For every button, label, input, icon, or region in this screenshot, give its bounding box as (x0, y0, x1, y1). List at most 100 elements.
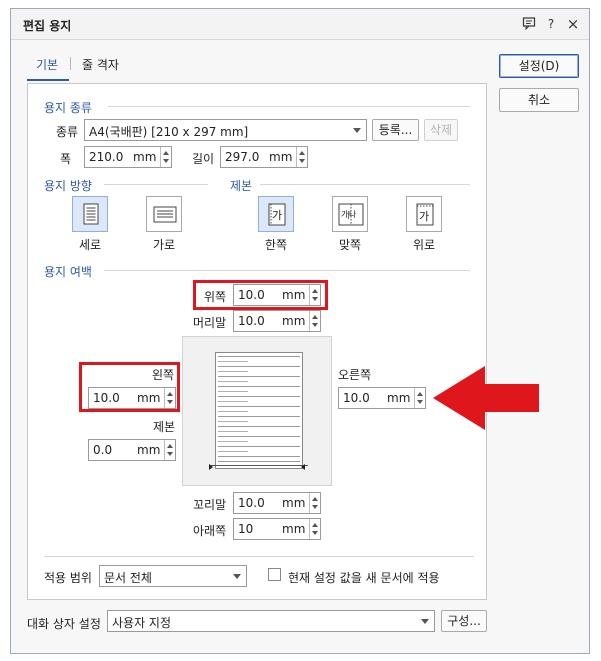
section-orientation: 용지 방향 (44, 179, 92, 193)
top-margin-field[interactable]: 10.0 mm (233, 284, 321, 306)
dialog-title: 편집 용지 (23, 19, 72, 33)
left-margin-value: 10.0 (93, 391, 120, 405)
red-arrow-icon (433, 366, 539, 430)
gutter-margin-label: 제본 (153, 420, 176, 434)
portrait-label: 세로 (79, 238, 102, 252)
tab-basic[interactable]: 기본 (36, 56, 58, 73)
chevron-down-icon (353, 128, 361, 133)
gutter-margin-field[interactable]: 0.0 mm (88, 439, 176, 461)
divider (108, 106, 470, 107)
bottom-margin-label: 아래쪽 (193, 524, 227, 538)
width-label: 폭 (60, 152, 72, 166)
chat-icon[interactable] (521, 16, 537, 32)
bottom-margin-value: 10 (238, 522, 254, 536)
length-field[interactable]: 297.0 mm (220, 146, 308, 168)
apply-scope-select[interactable]: 문서 전체 (99, 565, 247, 587)
paper-kind-select[interactable]: A4(국배판) [210 x 297 mm] (84, 119, 367, 141)
dialog-settings-value: 사용자 지정 (112, 616, 172, 630)
footer-margin-value: 10.0 (238, 496, 265, 510)
paper-kind-label: 종류 (56, 125, 79, 139)
dialog-settings-select[interactable]: 사용자 지정 (107, 610, 435, 632)
bottom-margin-field[interactable]: 10 mm (233, 518, 321, 540)
bottom-margin-spinner[interactable] (309, 519, 320, 539)
tab-separator (70, 57, 71, 70)
width-field[interactable]: 210.0 mm (84, 146, 172, 168)
footer-margin-label: 꼬리말 (193, 498, 227, 512)
header-margin-value: 10.0 (238, 314, 265, 328)
chevron-down-icon (421, 619, 429, 624)
width-spinner[interactable] (160, 147, 171, 167)
page-preview (182, 336, 332, 486)
preview-paper (210, 352, 308, 469)
portrait-option[interactable] (72, 196, 108, 232)
register-button[interactable]: 등록... (372, 119, 419, 141)
apply-new-doc-label: 현재 설정 값을 새 문서에 적용 (288, 571, 440, 585)
left-margin-label: 왼쪽 (152, 368, 175, 382)
close-icon[interactable]: × (565, 16, 581, 32)
top-margin-spinner[interactable] (309, 285, 320, 305)
header-margin-field[interactable]: 10.0 mm (233, 310, 321, 332)
length-unit: mm (269, 150, 293, 164)
length-label: 길이 (192, 152, 215, 166)
left-margin-spinner[interactable] (164, 388, 175, 408)
divider (104, 184, 208, 185)
gutter-margin-spinner[interactable] (164, 440, 175, 460)
right-margin-spinner[interactable] (414, 388, 425, 408)
unit-label: mm (282, 288, 306, 302)
top-margin-label: 위쪽 (204, 290, 227, 304)
cancel-button[interactable]: 취소 (499, 88, 579, 112)
help-icon[interactable]: ? (543, 16, 559, 32)
tab-line-grid[interactable]: 줄 격자 (82, 56, 119, 73)
title-bar: 편집 용지 ? × (11, 9, 589, 40)
apply-new-doc-checkbox[interactable] (268, 568, 281, 581)
binding-facing-glyph: 가|나 (341, 210, 356, 219)
delete-button[interactable]: 삭제 (424, 119, 458, 141)
width-unit: mm (133, 150, 157, 164)
landscape-label: 가로 (153, 238, 176, 252)
apply-scope-label: 적용 범위 (44, 571, 92, 585)
unit-label: mm (387, 391, 411, 405)
length-spinner[interactable] (296, 147, 307, 167)
right-margin-field[interactable]: 10.0 mm (338, 387, 426, 409)
footer-margin-field[interactable]: 10.0 mm (233, 492, 321, 514)
section-paper-type: 용지 종류 (44, 101, 92, 115)
unit-label: mm (282, 314, 306, 328)
header-margin-spinner[interactable] (309, 311, 320, 331)
section-margins: 용지 여백 (44, 265, 92, 279)
landscape-option[interactable] (146, 196, 182, 232)
length-value: 297.0 (225, 150, 260, 164)
divider (260, 184, 470, 185)
footer-margin-spinner[interactable] (309, 493, 320, 513)
divider (44, 556, 474, 557)
unit-label: mm (282, 522, 306, 536)
top-margin-value: 10.0 (238, 288, 265, 302)
unit-label: mm (282, 496, 306, 510)
binding-top-glyph: 가 (419, 210, 430, 223)
dialog-settings-label: 대화 상자 설정 (27, 617, 101, 631)
divider (104, 270, 470, 271)
binding-top-option[interactable]: 가 (406, 196, 442, 232)
unit-label: mm (137, 391, 161, 405)
binding-top-label: 위로 (413, 238, 436, 252)
left-margin-field[interactable]: 10.0 mm (88, 387, 176, 409)
width-value: 210.0 (89, 150, 124, 164)
binding-facing-option[interactable]: 가|나 (332, 196, 368, 232)
margin-marker-icon (209, 464, 305, 470)
binding-facing-label: 맞쪽 (339, 238, 362, 252)
landscape-page-icon (153, 206, 177, 223)
right-margin-label: 오른쪽 (338, 368, 372, 382)
configure-button[interactable]: 구성... (441, 610, 487, 632)
binding-single-glyph: 가 (272, 209, 283, 222)
ok-button[interactable]: 설정(D) (499, 54, 579, 78)
chevron-down-icon (233, 574, 241, 579)
header-margin-label: 머리말 (193, 316, 227, 330)
tab-active-underline (27, 79, 69, 81)
section-binding: 제본 (230, 179, 253, 193)
apply-scope-value: 문서 전체 (104, 571, 152, 585)
unit-label: mm (137, 443, 161, 457)
portrait-page-icon (83, 203, 99, 225)
gutter-margin-value: 0.0 (93, 443, 113, 457)
binding-single-option[interactable]: 가 (258, 196, 294, 232)
binding-single-label: 한쪽 (265, 238, 288, 252)
paper-kind-value: A4(국배판) [210 x 297 mm] (89, 125, 249, 139)
